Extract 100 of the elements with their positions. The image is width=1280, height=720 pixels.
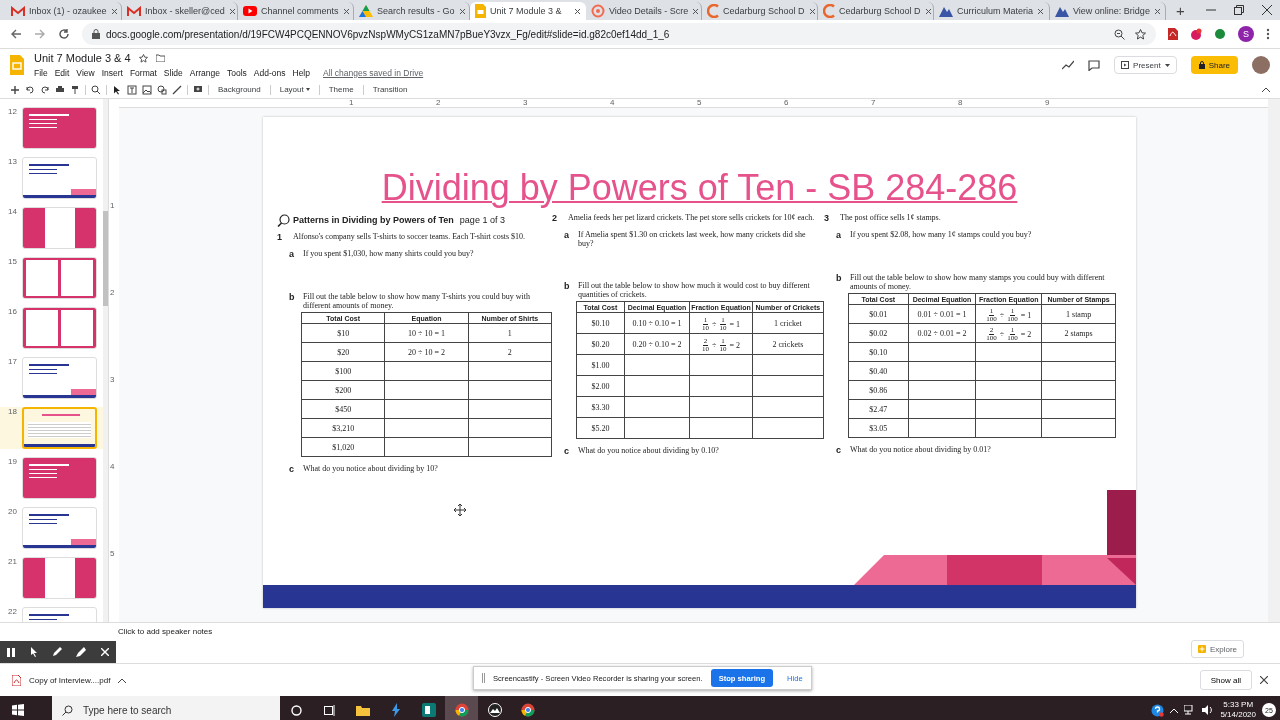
zoom-icon[interactable]	[91, 84, 101, 95]
close-icon[interactable]	[1262, 5, 1272, 15]
close-icon[interactable]	[574, 7, 581, 15]
zoom-icon[interactable]	[1114, 28, 1125, 40]
clock[interactable]: 5:33 PM 5/14/2020	[1220, 700, 1256, 720]
slide-thumbnail[interactable]	[22, 457, 97, 499]
volume-icon[interactable]	[1202, 705, 1215, 715]
download-item[interactable]: Copy of Interview....pdf	[29, 675, 111, 685]
close-icon[interactable]	[1153, 7, 1161, 15]
profile-avatar[interactable]: S	[1238, 26, 1254, 42]
print-icon[interactable]	[55, 84, 65, 95]
explore-button[interactable]: Explore	[1190, 640, 1244, 658]
close-icon[interactable]	[1037, 7, 1045, 15]
extension-icon[interactable]	[1190, 28, 1202, 40]
slide-thumbnail[interactable]	[22, 157, 97, 199]
menu-item[interactable]: Insert	[101, 68, 123, 78]
taskbar-search-field[interactable]: Type here to search	[52, 696, 280, 720]
close-icon[interactable]	[924, 7, 932, 15]
caret-up-icon[interactable]	[118, 677, 127, 683]
menu-item[interactable]: Edit	[54, 68, 70, 78]
redo-icon[interactable]	[40, 84, 50, 95]
present-button[interactable]: Present	[1114, 56, 1177, 74]
drag-handle-icon[interactable]	[482, 673, 485, 683]
text-box-icon[interactable]	[127, 84, 137, 95]
show-all-button[interactable]: Show all	[1199, 670, 1252, 690]
slide-thumbnail[interactable]	[22, 207, 97, 249]
browser-icon[interactable]	[520, 703, 535, 717]
slide-thumbnail[interactable]	[22, 507, 97, 549]
menu-item[interactable]: Tools	[227, 68, 247, 78]
start-icon[interactable]	[12, 704, 24, 716]
menu-item[interactable]: File	[34, 68, 48, 78]
toolbar-button[interactable]: Transition	[368, 85, 412, 94]
browser-tab[interactable]: Channel comments	[238, 2, 354, 20]
image-icon[interactable]	[142, 84, 152, 95]
menu-item[interactable]: Arrange	[189, 68, 220, 78]
scrollbar[interactable]	[103, 99, 108, 622]
menu-item[interactable]: Slide	[163, 68, 183, 78]
star-icon[interactable]	[1135, 28, 1146, 40]
browser-tab[interactable]: Curriculum Materia	[934, 2, 1050, 20]
speaker-notes-field[interactable]: Click to add speaker notes	[118, 627, 213, 636]
back-icon[interactable]	[10, 28, 22, 40]
close-icon[interactable]	[228, 7, 236, 15]
browser-tab[interactable]: Search results - Go	[354, 2, 470, 20]
menu-item[interactable]: Add-ons	[253, 68, 286, 78]
star-icon[interactable]	[138, 53, 148, 63]
browser-tab[interactable]: View online: Bridge	[1050, 2, 1166, 20]
toolbar-button[interactable]: Theme	[324, 85, 358, 94]
browser-tab[interactable]: Unit 7 Module 3 &	[470, 2, 586, 20]
toolbar-button[interactable]: Layout	[275, 85, 314, 94]
add-icon[interactable]	[10, 84, 20, 95]
cortana-icon[interactable]	[291, 704, 302, 716]
browser-tab[interactable]: Video Details - Scre	[586, 2, 702, 20]
help-icon[interactable]	[1151, 703, 1165, 717]
pdf-icon[interactable]	[1168, 28, 1178, 40]
slide-thumbnail[interactable]	[22, 357, 97, 399]
share-button[interactable]: Share	[1190, 56, 1238, 74]
collapse-icon[interactable]	[1262, 87, 1270, 92]
close-icon[interactable]	[458, 7, 466, 15]
scrollbar[interactable]	[1268, 99, 1280, 622]
cursor-icon[interactable]	[29, 647, 38, 657]
browser-tab[interactable]: Cedarburg School D	[702, 2, 818, 20]
highlighter-icon[interactable]	[76, 647, 87, 657]
menu-item[interactable]: View	[76, 68, 95, 78]
paint-format-icon[interactable]	[70, 84, 80, 95]
slide-thumbnail[interactable]	[22, 557, 97, 599]
task-view-icon[interactable]	[323, 704, 336, 716]
close-icon[interactable]	[342, 7, 350, 15]
pen-icon[interactable]	[51, 647, 62, 657]
reload-icon[interactable]	[58, 28, 70, 40]
address-bar[interactable]: docs.google.com/presentation/d/19FCW4PCQENNOV6pvzNspWMyCS1zaMN7pBueY3vzx_Fg/edit#slide=id.g82c0ef14dd_1_6	[82, 23, 1156, 45]
slide-thumbnail[interactable]	[22, 257, 97, 299]
line-icon[interactable]	[172, 84, 182, 95]
new-tab-button[interactable]: +	[1166, 2, 1195, 20]
close-icon[interactable]	[692, 7, 700, 15]
browser-icon[interactable]	[454, 703, 469, 717]
menu-item[interactable]: Format	[129, 68, 157, 78]
cursor-icon[interactable]	[112, 84, 122, 95]
close-icon[interactable]	[808, 7, 816, 15]
restore-icon[interactable]	[1234, 5, 1244, 15]
browser-tab[interactable]: Inbox - skeller@ced	[122, 2, 238, 20]
comment-icon[interactable]	[1088, 59, 1101, 71]
slide-thumbnail[interactable]	[22, 307, 97, 349]
browser-tab[interactable]: Cedarburg School D	[818, 2, 934, 20]
landscape-icon[interactable]	[487, 703, 502, 717]
toolbar-button[interactable]: Background	[214, 85, 265, 94]
document-app-icon[interactable]	[421, 703, 436, 717]
undo-icon[interactable]	[25, 84, 35, 95]
menu-item[interactable]: Help	[292, 68, 310, 78]
scrollbar-thumb[interactable]	[103, 211, 108, 306]
document-title[interactable]: Unit 7 Module 3 & 4	[34, 52, 131, 64]
activity-icon[interactable]	[1062, 60, 1075, 70]
lightning-icon[interactable]	[390, 703, 401, 717]
pause-icon[interactable]	[7, 647, 16, 657]
close-icon[interactable]	[110, 7, 118, 15]
shape-icon[interactable]	[157, 84, 167, 95]
folder-icon[interactable]	[355, 704, 370, 716]
close-icon[interactable]	[1260, 676, 1268, 684]
save-status-link[interactable]: All changes saved in Drive	[323, 68, 424, 78]
extension-icon[interactable]	[1214, 28, 1226, 40]
comment-add-icon[interactable]	[193, 84, 203, 95]
